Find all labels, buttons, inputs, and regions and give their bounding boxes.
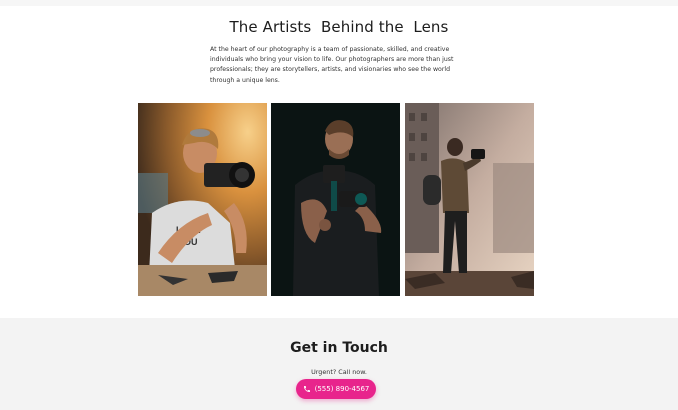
- artists-title: The Artists Behind the Lens: [229, 18, 449, 36]
- call-now-button[interactable]: (555) 890-4567: [296, 379, 376, 399]
- artist-photo-2: [271, 103, 400, 296]
- artist-photo-2-image: [271, 103, 400, 296]
- contact-title: Get in Touch: [290, 340, 388, 356]
- call-button-label: (555) 890-4567: [314, 385, 370, 393]
- contact-section: Get in Touch Urgent? Call now. (555) 890…: [0, 318, 678, 410]
- artists-description: At the heart of our photography is a tea…: [210, 46, 454, 84]
- phone-icon: [303, 385, 311, 393]
- artist-photo-1-image: LOVE YOU: [138, 103, 267, 296]
- artists-section: The Artists Behind the Lens At the heart…: [0, 6, 678, 318]
- artist-photo-3-image: [405, 103, 534, 296]
- artist-photo-1: LOVE YOU: [138, 103, 267, 296]
- contact-urgent-text: Urgent? Call now.: [311, 368, 367, 376]
- artist-photo-3: [405, 103, 534, 296]
